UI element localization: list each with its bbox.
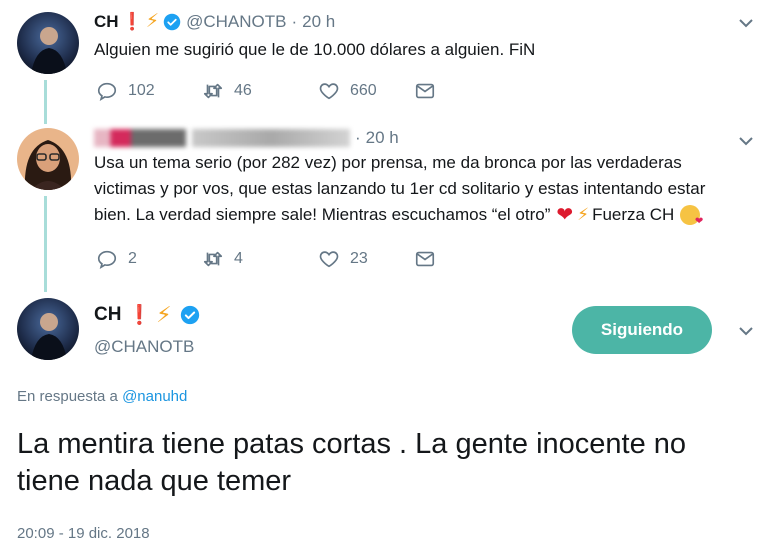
main-handle[interactable]: @CHANOTB	[94, 337, 194, 357]
verified-badge-icon	[180, 305, 199, 325]
tweet2-handle[interactable]	[192, 129, 350, 147]
tweet1-handle[interactable]: @CHANOTB	[186, 12, 286, 32]
like-button[interactable]: 660	[318, 80, 414, 102]
tweet2-time[interactable]: 20 h	[366, 128, 399, 148]
tweet1-time[interactable]: 20 h	[302, 12, 335, 32]
retweet-icon	[203, 251, 223, 267]
tweet2-text-part: Fuerza CH	[592, 205, 675, 224]
main-timestamp[interactable]: 20:09 - 19 dic. 2018	[17, 525, 150, 542]
envelope-icon	[415, 83, 435, 99]
tweet2-text: Usa un tema serio (por 282 vez) por pren…	[94, 150, 759, 228]
tweet2-header: · 20 h	[94, 128, 399, 148]
main-author-name[interactable]: CH	[94, 304, 121, 326]
tweet1-actions: 102 46 660	[96, 80, 446, 102]
chevron-down-icon[interactable]	[735, 320, 757, 342]
heart-icon	[319, 83, 339, 100]
like-button[interactable]: 23	[318, 248, 414, 270]
exclamation-icon: ❗	[127, 305, 152, 326]
retweet-icon	[203, 83, 223, 99]
separator-dot: ·	[291, 11, 298, 31]
kiss-emoji-icon: ❤	[680, 205, 703, 227]
avatar-tweet2[interactable]	[17, 128, 79, 190]
reply-count: 2	[128, 250, 137, 267]
tweet2-text-line: Usa un tema serio (por 282 vez) por pren…	[94, 153, 682, 172]
tweet2-text-line: bien. La verdad siempre sale! Mientras e…	[94, 202, 759, 228]
reply-count: 102	[128, 82, 155, 99]
reply-button[interactable]: 102	[96, 80, 202, 102]
like-count: 23	[350, 250, 368, 267]
tweet2-text-line: victimas y por vos, que estas lanzando t…	[94, 179, 706, 198]
retweet-button[interactable]: 4	[202, 248, 318, 270]
reply-handle-link[interactable]: @nanuhd	[122, 388, 187, 405]
main-header: CH ❗ ⚡	[94, 302, 205, 328]
reply-icon	[97, 82, 117, 102]
reply-icon	[97, 250, 117, 270]
tweet2-text-part: bien. La verdad siempre sale! Mientras e…	[94, 205, 551, 224]
tweet2-author-name[interactable]	[94, 129, 186, 147]
reply-prefix: En respuesta a	[17, 388, 118, 405]
thread-line-1	[44, 80, 47, 124]
following-button[interactable]: Siguiendo	[572, 306, 712, 354]
dm-button[interactable]	[414, 248, 446, 270]
heart-icon	[319, 251, 339, 268]
exclamation-icon: ❗	[121, 11, 143, 31]
avatar-main[interactable]	[17, 298, 79, 360]
dm-button[interactable]	[414, 80, 446, 102]
tweet1-text: Alguien me sugirió que le de 10.000 dóla…	[94, 40, 536, 59]
retweet-count: 46	[234, 82, 252, 99]
tweet2-actions: 2 4 23	[96, 248, 446, 270]
tweet1-author-name[interactable]: CH	[94, 12, 119, 32]
reply-context: En respuesta a @nanuhd	[17, 388, 187, 405]
retweet-count: 4	[234, 250, 243, 267]
tweet1-header: CH ❗ ⚡ @CHANOTB · 20 h	[94, 10, 335, 33]
lightning-icon: ⚡	[577, 205, 590, 224]
lightning-icon: ⚡	[156, 302, 172, 327]
envelope-icon	[415, 251, 435, 267]
chevron-down-icon[interactable]	[735, 12, 757, 34]
main-tweet-text: La mentira tiene patas cortas . La gente…	[17, 428, 687, 497]
separator-dot: ·	[355, 128, 361, 147]
retweet-button[interactable]: 46	[202, 80, 318, 102]
lightning-icon: ⚡	[145, 11, 160, 32]
heart-emoji-icon: ❤	[556, 204, 574, 226]
like-count: 660	[350, 82, 377, 99]
thread-line-2	[44, 196, 47, 292]
avatar-tweet1[interactable]	[17, 12, 79, 74]
chevron-down-icon[interactable]	[735, 130, 757, 152]
verified-badge-icon	[163, 13, 181, 30]
reply-button[interactable]: 2	[96, 248, 202, 270]
